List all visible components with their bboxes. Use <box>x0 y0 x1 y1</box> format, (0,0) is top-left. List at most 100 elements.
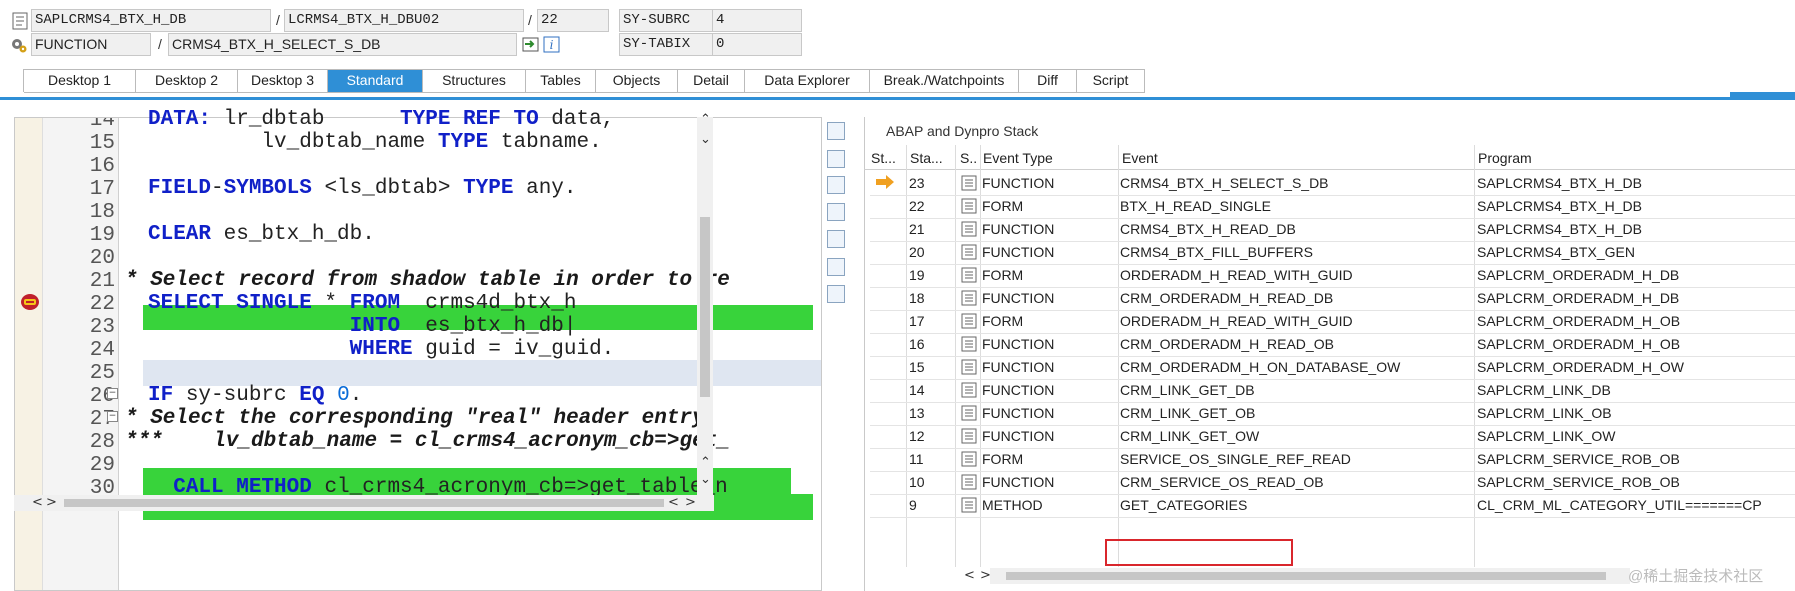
resize-icon[interactable] <box>827 230 845 248</box>
tab-underline-end <box>1730 92 1795 100</box>
scroll-up-icon[interactable]: ⌃ <box>700 112 711 127</box>
frame-type-icon <box>961 382 977 401</box>
frame-type-icon <box>961 221 977 240</box>
frame-type-icon <box>961 336 977 355</box>
scroll-thumb[interactable] <box>700 217 710 397</box>
scroll-up-icon[interactable]: ⌃ <box>700 455 711 470</box>
tools-icon[interactable] <box>827 285 845 303</box>
table-row[interactable]: 19 FORM ORDERADM_H_READ_WITH_GUID SAPLCRM_O… <box>864 264 1795 287</box>
scroll-left-icon[interactable]: < <box>668 495 679 510</box>
headset-icon[interactable] <box>827 258 845 276</box>
highlight-marker <box>1105 539 1293 566</box>
info-icon[interactable]: i <box>543 36 561 54</box>
table-row[interactable]: 21 FUNCTION CRMS4_BTX_H_READ_DB SAPLCRMS4_B… <box>864 218 1795 241</box>
table-row[interactable]: 17 FORM ORDERADM_H_READ_WITH_GUID SAPLCRM_O… <box>864 310 1795 333</box>
editor-vertical-scrollbar[interactable] <box>697 117 713 495</box>
include-field[interactable]: LCRMS4_BTX_H_DBU02 <box>284 9 524 32</box>
svg-text:i: i <box>550 38 554 52</box>
name-field[interactable]: CRMS4_BTX_H_SELECT_S_DB <box>168 33 517 56</box>
table-row[interactable]: 23 FUNCTION CRMS4_BTX_H_SELECT_S_DB SAPLCRM… <box>864 172 1795 195</box>
column-header[interactable]: Event Type <box>983 147 1103 169</box>
table-row[interactable]: 14 FUNCTION CRM_LINK_GET_DB SAPLCRM_LINK_DB <box>864 379 1795 402</box>
frame-type-icon <box>961 267 977 286</box>
subrc-value: 4 <box>712 9 802 32</box>
current-frame-arrow-icon <box>876 175 894 192</box>
program-name: CL_CRM_ML_CATEGORY_UTIL=======CP <box>1477 497 1762 513</box>
maximize-icon[interactable] <box>827 122 845 140</box>
breakpoint-icon[interactable] <box>20 293 40 311</box>
tab-desktop-2[interactable]: Desktop 2 <box>136 70 238 93</box>
table-row[interactable]: 12 FUNCTION CRM_LINK_GET_OW SAPLCRM_LINK_OW <box>864 425 1795 448</box>
scroll-right-icon[interactable]: > <box>980 568 991 583</box>
scroll-down-icon[interactable]: ⌄ <box>700 132 711 147</box>
tab-bar: Desktop 1 Desktop 2 Desktop 3 Standard S… <box>23 69 1145 93</box>
frame-type-icon <box>961 359 977 378</box>
stack-title: ABAP and Dynpro Stack <box>886 123 1039 139</box>
table-row[interactable]: 22 FORM BTX_H_READ_SINGLE SAPLCRMS4_BTX_H_D… <box>864 195 1795 218</box>
scroll-right-icon[interactable]: > <box>685 495 696 510</box>
tab-tables[interactable]: Tables <box>526 70 596 93</box>
line-field[interactable]: 22 <box>537 9 609 32</box>
table-row[interactable]: 16 FUNCTION CRM_ORDERADM_H_READ_OB SAPLCRM_… <box>864 333 1795 356</box>
tab-desktop-1[interactable]: Desktop 1 <box>24 70 136 93</box>
frame-type-icon <box>961 290 977 309</box>
table-row[interactable]: 20 FUNCTION CRMS4_BTX_FILL_BUFFERS SAPLCRMS… <box>864 241 1795 264</box>
table-row[interactable]: 18 FUNCTION CRM_ORDERADM_H_READ_DB SAPLCRM_… <box>864 287 1795 310</box>
tab-underline <box>0 97 1795 100</box>
table-row[interactable]: 15 FUNCTION CRM_ORDERADM_H_ON_DATABASE_OW S… <box>864 356 1795 379</box>
frame-type-icon <box>961 451 977 470</box>
tab-structures[interactable]: Structures <box>423 70 526 93</box>
scroll-thumb[interactable] <box>1006 572 1606 580</box>
split-icon[interactable] <box>827 176 845 194</box>
separator: / <box>528 12 532 28</box>
frame-type-icon <box>961 474 977 493</box>
fold-toggle-icon[interactable]: − <box>107 411 118 422</box>
swap-icon[interactable] <box>827 203 845 221</box>
column-header[interactable]: Program <box>1478 147 1678 169</box>
bookmark-icon[interactable] <box>827 150 845 168</box>
stack-horizontal-scrollbar[interactable] <box>990 568 1630 584</box>
table-row[interactable]: 10 FUNCTION CRM_SERVICE_OS_READ_OB SAPLCRM_… <box>864 471 1795 494</box>
tab-desktop-3[interactable]: Desktop 3 <box>238 70 328 93</box>
frame-type-icon <box>961 405 977 424</box>
scroll-left-icon[interactable]: < <box>32 495 43 510</box>
separator: / <box>276 12 280 28</box>
tab-break-watchpoints[interactable]: Break./Watchpoints <box>870 70 1019 93</box>
tab-standard[interactable]: Standard <box>328 70 423 93</box>
breakpoint-gutter[interactable] <box>15 118 43 590</box>
column-header[interactable]: Sta... <box>910 147 950 169</box>
fold-toggle-icon[interactable]: − <box>107 388 118 399</box>
table-row[interactable]: 13 FUNCTION CRM_LINK_GET_OB SAPLCRM_LINK_OB <box>864 402 1795 425</box>
code-line-24: WHERE guid = iv_guid. <box>349 338 615 361</box>
tab-detail[interactable]: Detail <box>678 70 745 93</box>
column-header[interactable]: St... <box>871 147 911 169</box>
frame-type-icon <box>961 198 977 217</box>
type-field[interactable]: FUNCTION <box>31 33 151 56</box>
tab-diff[interactable]: Diff <box>1019 70 1077 93</box>
separator: / <box>158 36 162 52</box>
tab-data-explorer[interactable]: Data Explorer <box>745 70 870 93</box>
tabix-label: SY-TABIX <box>619 33 713 56</box>
scroll-left-icon[interactable]: < <box>964 568 975 583</box>
tab-objects[interactable]: Objects <box>596 70 678 93</box>
tab-script[interactable]: Script <box>1077 70 1145 93</box>
event-name: GET_CATEGORIES <box>1120 497 1248 513</box>
scroll-right-icon[interactable]: > <box>46 495 57 510</box>
frame-type-icon <box>961 428 977 447</box>
program-icon <box>12 12 30 30</box>
table-row[interactable]: 9 METHOD GET_CATEGORIES CL_CRM_ML_CATEGORY_… <box>864 494 1795 517</box>
scroll-thumb[interactable] <box>64 499 664 507</box>
column-header[interactable]: S.. <box>960 147 980 169</box>
code-line-19: CLEAR es_btx_h_db. <box>148 223 375 246</box>
table-row[interactable]: 11 FORM SERVICE_OS_SINGLE_REF_READ SAPLCRM_… <box>864 448 1795 471</box>
column-header[interactable]: Event <box>1122 147 1422 169</box>
frame-type-icon <box>961 244 977 263</box>
program-field[interactable]: SAPLCRMS4_BTX_H_DB <box>31 9 271 32</box>
editor-horizontal-scrollbar[interactable] <box>14 495 714 511</box>
code-line-15: lv_dbtab_name TYPE tabname. <box>148 131 602 154</box>
code-line-17: FIELD-SYMBOLS <ls_dbtab> TYPE any. <box>148 177 577 200</box>
navigate-icon[interactable] <box>522 36 540 54</box>
code-line-28: *** lv_dbtab_name = cl_crms4_acronym_cb=… <box>125 430 730 453</box>
scroll-down-icon[interactable]: ⌄ <box>700 472 711 487</box>
watermark: @稀土掘金技术社区 <box>1628 568 1764 585</box>
